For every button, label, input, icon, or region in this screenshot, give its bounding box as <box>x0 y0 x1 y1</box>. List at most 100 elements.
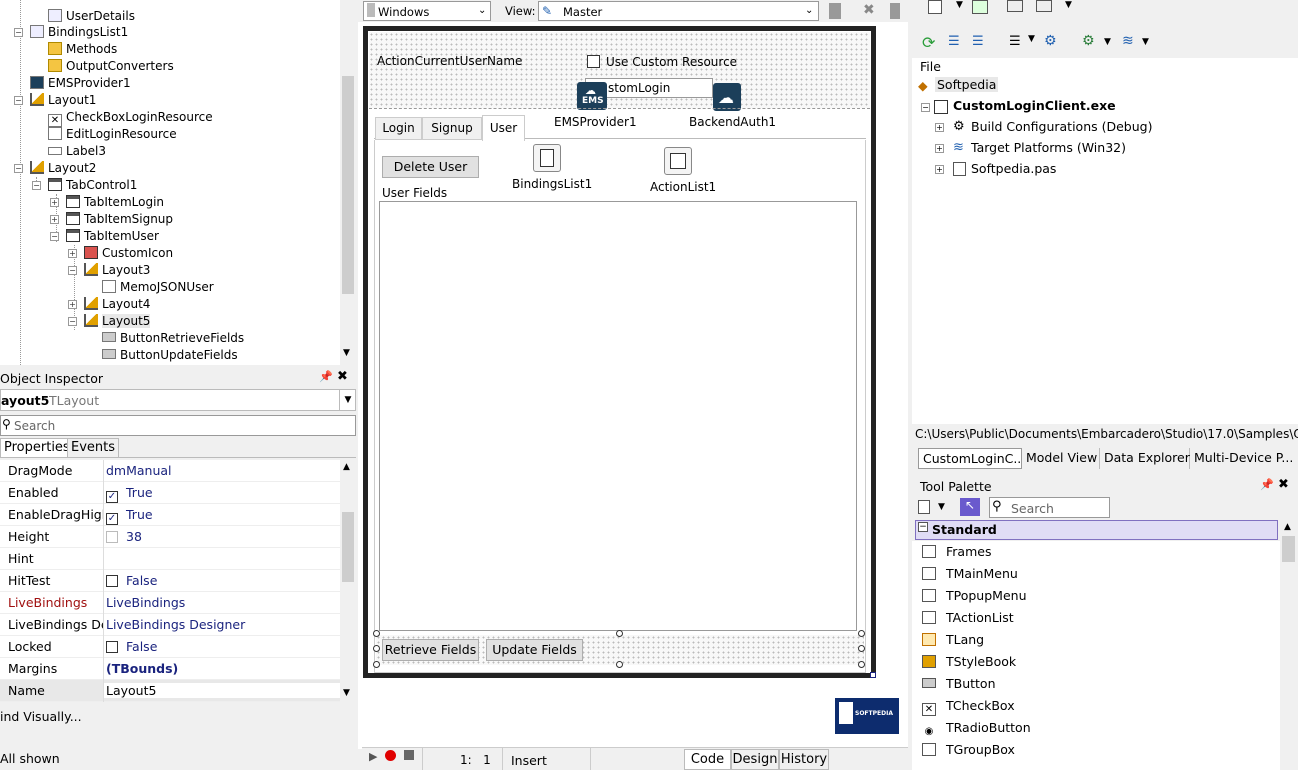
tab-events[interactable]: Events <box>67 438 120 458</box>
expand-icon[interactable]: + <box>935 144 944 153</box>
collapse-icon[interactable]: − <box>14 164 23 173</box>
tab-model-view[interactable]: Model View <box>1022 448 1100 469</box>
scroll-down-icon[interactable]: ▼ <box>343 688 350 698</box>
chevron-down-icon[interactable]: ▼ <box>1104 37 1111 47</box>
tree-item-layout3[interactable]: − Layout3 <box>68 262 150 279</box>
softpedia-pas[interactable]: Softpedia.pas <box>971 161 1056 176</box>
collapse-icon[interactable]: − <box>68 317 77 326</box>
tab-user[interactable]: User <box>482 115 525 141</box>
target-platforms[interactable]: Target Platforms (Win32) <box>971 140 1126 155</box>
palette-item-tstylebook[interactable]: TStyleBook <box>922 651 1016 673</box>
scroll-thumb[interactable] <box>1282 536 1295 562</box>
action-list-icon[interactable] <box>664 147 692 175</box>
collapse-all-icon[interactable]: ☰ <box>972 34 984 49</box>
tree-item-buttonretrievefields[interactable]: ButtonRetrieveFields <box>102 330 244 347</box>
palette-item-tradiobutton[interactable]: ◉ TRadioButton <box>922 717 1031 739</box>
record-icon[interactable] <box>385 750 396 761</box>
collapse-icon[interactable]: − <box>50 232 59 241</box>
props-scrollbar[interactable]: ▲ ▼ <box>340 460 356 702</box>
checkbox-unchecked[interactable] <box>106 641 118 653</box>
expand-icon[interactable]: + <box>50 198 59 207</box>
tree-item-tabitemlogin[interactable]: + TabItemLogin <box>50 194 164 211</box>
tree-item-outputconverters[interactable]: OutputConverters <box>48 58 174 75</box>
property-value[interactable]: LiveBindings Designer <box>106 617 245 632</box>
palette-item-tgroupbox[interactable]: TGroupBox <box>922 739 1015 761</box>
property-row[interactable]: Margins (TBounds) <box>0 658 340 680</box>
bindings-list-icon[interactable] <box>533 144 561 172</box>
property-row[interactable]: Locked False <box>0 636 340 658</box>
project-group-softpedia[interactable]: Softpedia <box>935 77 999 92</box>
update-fields-button[interactable]: Update Fields <box>486 639 583 661</box>
window-icon[interactable] <box>1007 0 1023 12</box>
property-value[interactable]: LiveBindings <box>106 595 185 610</box>
collapse-icon[interactable]: − <box>68 266 77 275</box>
resize-handle[interactable] <box>858 661 865 668</box>
add-icon[interactable] <box>972 0 988 14</box>
chevron-down-icon[interactable]: ▼ <box>938 502 945 512</box>
property-value[interactable]: dmManual <box>106 463 172 478</box>
scroll-up-icon[interactable]: ▲ <box>343 462 350 472</box>
tab-data-explorer[interactable]: Data Explorer <box>1100 448 1190 469</box>
property-row[interactable]: LiveBindings DesLiveBindings Designer <box>0 614 340 636</box>
tab-multi-device[interactable]: Multi-Device P... <box>1190 448 1296 469</box>
tree-item-layout2[interactable]: − Layout2 <box>14 160 96 177</box>
close-icon[interactable]: ✖ <box>337 369 348 384</box>
property-row[interactable]: Height 38 <box>0 526 340 548</box>
resize-handle[interactable] <box>373 630 380 637</box>
chevron-down-icon[interactable]: ▼ <box>956 0 963 10</box>
palette-item-tcheckbox[interactable]: ✕ TCheckBox <box>922 695 1015 717</box>
tree-item-layout4[interactable]: + Layout4 <box>68 296 150 313</box>
palette-item-frames[interactable]: Frames <box>922 541 991 563</box>
chevron-down-icon[interactable]: ▼ <box>1028 34 1035 44</box>
cursor-icon[interactable]: ↖ <box>960 498 980 516</box>
tree-item-userdetails[interactable]: UserDetails <box>48 8 135 25</box>
form-resize-handle[interactable] <box>870 672 876 678</box>
tab-signup[interactable]: Signup <box>422 117 482 140</box>
use-custom-checkbox[interactable] <box>587 55 600 68</box>
list-icon[interactable]: ☰ <box>1009 34 1021 49</box>
options-icon[interactable] <box>890 3 900 19</box>
dropdown-arrow-icon[interactable]: ▼ <box>339 390 356 410</box>
property-row[interactable]: HitTest False <box>0 570 340 592</box>
palette-item-tactionlist[interactable]: TActionList <box>922 607 1014 629</box>
categories-icon[interactable] <box>918 500 930 514</box>
tree-item-layout1[interactable]: − Layout1 <box>14 92 96 109</box>
tree-item-emsprovider1[interactable]: EMSProvider1 <box>30 75 131 92</box>
tab-code[interactable]: Code <box>684 749 731 770</box>
close-icon[interactable]: ✖ <box>1278 477 1289 492</box>
chevron-down-icon[interactable]: ▼ <box>1142 37 1149 47</box>
save-view-icon[interactable] <box>829 3 841 19</box>
stop-icon[interactable] <box>404 750 414 760</box>
checkbox-checked[interactable]: ✓ <box>106 491 118 503</box>
pin-icon[interactable]: 📌 <box>1260 478 1274 491</box>
property-value-editor[interactable]: Layout5 <box>104 683 340 698</box>
resize-handle[interactable] <box>616 661 623 668</box>
collapse-icon[interactable]: − <box>32 181 41 190</box>
collapse-icon[interactable]: − <box>921 103 930 112</box>
tab-login[interactable]: Login <box>375 117 422 140</box>
resize-handle[interactable] <box>858 630 865 637</box>
tree-item-tabcontrol1[interactable]: − TabControl1 <box>32 177 137 194</box>
tree-item-buttonupdatefields[interactable]: ButtonUpdateFields <box>102 347 238 364</box>
scroll-thumb[interactable] <box>342 512 354 582</box>
style-select[interactable]: Windows ⌄ <box>363 1 491 21</box>
memo-json-user[interactable] <box>379 201 857 631</box>
palette-item-tlang[interactable]: TLang <box>922 629 984 651</box>
property-row[interactable]: DragMode dmManual <box>0 460 340 482</box>
tree-item-memojsonuser[interactable]: MemoJSONUser <box>102 279 214 296</box>
checkbox-unchecked[interactable] <box>106 575 118 587</box>
expand-icon[interactable]: + <box>935 123 944 132</box>
build-icon[interactable]: ⚙ <box>1082 33 1095 49</box>
expand-icon[interactable]: + <box>50 215 59 224</box>
pin-icon[interactable]: 📌 <box>319 370 333 383</box>
collapse-icon[interactable]: − <box>918 522 928 532</box>
tree-item-label3[interactable]: Label3 <box>48 143 106 160</box>
resize-handle[interactable] <box>616 630 623 637</box>
tree-item-layout5[interactable]: − Layout5 <box>68 313 151 330</box>
palette-item-tbutton[interactable]: TButton <box>922 673 996 695</box>
play-icon[interactable]: ▶ <box>369 750 377 763</box>
tree-item-tabitemuser[interactable]: − TabItemUser <box>50 228 159 245</box>
property-row[interactable]: Hint <box>0 548 340 570</box>
scroll-up-icon[interactable]: ▲ <box>1284 522 1291 532</box>
project-exe[interactable]: CustomLoginClient.exe <box>953 98 1116 113</box>
